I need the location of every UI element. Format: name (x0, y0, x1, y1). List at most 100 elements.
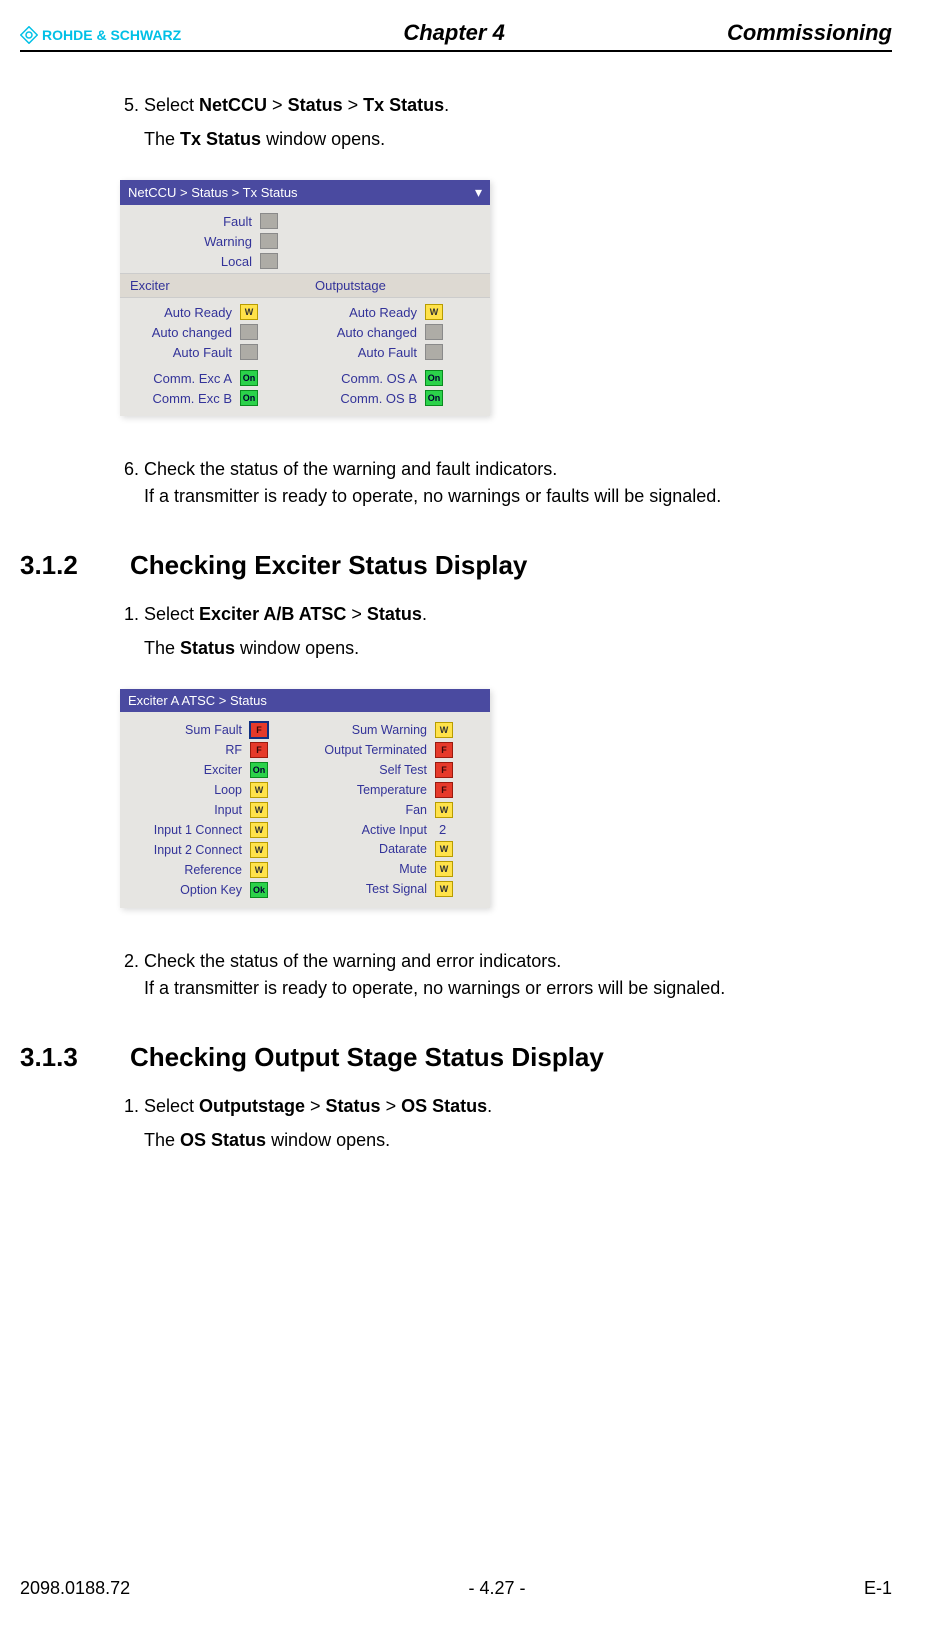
indicator-icon: On (240, 390, 258, 406)
document-title: Commissioning (727, 20, 892, 46)
status-row: Sum FaultF (120, 720, 305, 740)
status-label: Mute (305, 862, 435, 876)
s3131-follow-bold: OS Status (180, 1130, 266, 1150)
s3122-line1: Check the status of the warning and erro… (144, 951, 561, 971)
steps-list-d: Check the status of the warning and erro… (120, 948, 892, 1002)
s3131-path1: Outputstage (199, 1096, 305, 1116)
indicator-icon (260, 213, 278, 229)
indicator-icon (260, 233, 278, 249)
steps-list-a: Select NetCCU > Status > Tx Status. (120, 92, 892, 119)
step5-path1: NetCCU (199, 95, 267, 115)
s3131-period: . (487, 1096, 492, 1116)
exciter-status-title: Exciter A ATSC > Status (128, 693, 267, 708)
dropdown-icon[interactable]: ▾ (475, 184, 482, 201)
page-header: ROHDE & SCHWARZ Chapter 4 Commissioning (20, 20, 892, 52)
status-label: Sum Fault (120, 723, 250, 737)
indicator-icon: F (435, 742, 453, 758)
status-row: ReferenceW (120, 860, 305, 880)
indicator-icon (425, 324, 443, 340)
status-row: Auto changed (305, 322, 490, 342)
status-row: Input 2 ConnectW (120, 840, 305, 860)
step-312-1: Select Exciter A/B ATSC > Status. (144, 601, 892, 628)
tx-status-top-block: FaultWarningLocal (120, 205, 490, 273)
section-312-heading: 3.1.2 Checking Exciter Status Display (20, 550, 892, 581)
step5-follow-prefix: The (144, 129, 180, 149)
step-312-1-follow: The Status window opens. (144, 638, 892, 659)
status-label: Input 1 Connect (120, 823, 250, 837)
step6-line1: Check the status of the warning and faul… (144, 459, 557, 479)
section-312-title: Checking Exciter Status Display (130, 550, 527, 581)
status-row: Input 1 ConnectW (120, 820, 305, 840)
outputstage-header: Outputstage (305, 274, 490, 297)
step5-follow-suffix: window opens. (261, 129, 385, 149)
status-row: Auto Fault (305, 342, 490, 362)
status-label: Input 2 Connect (120, 843, 250, 857)
indicator-icon: F (435, 782, 453, 798)
status-label: Auto changed (120, 325, 240, 340)
indicator-icon (260, 253, 278, 269)
status-label: Comm. Exc B (120, 391, 240, 406)
s3121-gt1: > (346, 604, 367, 624)
status-label: Self Test (305, 763, 435, 777)
status-label: Loop (120, 783, 250, 797)
steps-list-c: Select Exciter A/B ATSC > Status. (120, 601, 892, 628)
indicator-icon: W (425, 304, 443, 320)
steps-list-b: Check the status of the warning and faul… (120, 456, 892, 510)
section-312-num: 3.1.2 (20, 550, 100, 581)
s3121-follow-bold: Status (180, 638, 235, 658)
status-row: Comm. OS BOn (305, 388, 490, 408)
status-label: Auto Ready (305, 305, 425, 320)
status-row: Comm. OS AOn (305, 368, 490, 388)
status-row: Auto ReadyW (305, 302, 490, 322)
exciter-header: Exciter (120, 274, 305, 297)
status-row: Test SignalW (305, 879, 490, 899)
s3131-path3: OS Status (401, 1096, 487, 1116)
status-label: Test Signal (305, 882, 435, 896)
step5-prefix: Select (144, 95, 199, 115)
footer-right: E-1 (864, 1578, 892, 1599)
status-row: Self TestF (305, 760, 490, 780)
status-row: Active Input2 (305, 820, 490, 839)
status-label: Comm. OS A (305, 371, 425, 386)
status-label: Fan (305, 803, 435, 817)
s3131-prefix: Select (144, 1096, 199, 1116)
tx-status-panel: NetCCU > Status > Tx Status ▾ FaultWarni… (120, 180, 490, 416)
footer-left: 2098.0188.72 (20, 1578, 130, 1599)
status-label: Datarate (305, 842, 435, 856)
s3131-follow-suffix: window opens. (266, 1130, 390, 1150)
step5-path2: Status (288, 95, 343, 115)
exciter-status-titlebar[interactable]: Exciter A ATSC > Status (120, 689, 490, 712)
status-row: InputW (120, 800, 305, 820)
exciter-column: Auto ReadyWAuto changed Auto Fault Comm. E… (120, 302, 305, 408)
status-label: Reference (120, 863, 250, 877)
section-313-heading: 3.1.3 Checking Output Stage Status Displ… (20, 1042, 892, 1073)
status-label: Auto Fault (120, 345, 240, 360)
tx-status-titlebar[interactable]: NetCCU > Status > Tx Status ▾ (120, 180, 490, 205)
indicator-icon: On (425, 370, 443, 386)
indicator-icon (240, 344, 258, 360)
step5-period: . (444, 95, 449, 115)
status-label: Exciter (120, 763, 250, 777)
steps-list-e: Select Outputstage > Status > OS Status. (120, 1093, 892, 1120)
indicator-icon (240, 324, 258, 340)
indicator-icon: On (425, 390, 443, 406)
status-label: Auto Ready (120, 305, 240, 320)
rs-logo-icon (20, 26, 38, 44)
s3131-path2: Status (326, 1096, 381, 1116)
indicator-icon: W (240, 304, 258, 320)
step-6: Check the status of the warning and faul… (144, 456, 892, 510)
s3131-gt1: > (305, 1096, 326, 1116)
status-row: Output TerminatedF (305, 740, 490, 760)
brand-logo: ROHDE & SCHWARZ (20, 26, 181, 46)
tx-status-title: NetCCU > Status > Tx Status (128, 185, 298, 200)
status-row: Comm. Exc BOn (120, 388, 305, 408)
status-label: Warning (120, 234, 260, 249)
brand-text: ROHDE & SCHWARZ (42, 27, 181, 43)
outputstage-column: Auto ReadyWAuto changedAuto FaultComm. O… (305, 302, 490, 408)
status-row: TemperatureF (305, 780, 490, 800)
s3121-path2: Status (367, 604, 422, 624)
step-312-2: Check the status of the warning and erro… (144, 948, 892, 1002)
status-label: Comm. Exc A (120, 371, 240, 386)
indicator-icon: F (435, 762, 453, 778)
indicator-icon: W (435, 861, 453, 877)
